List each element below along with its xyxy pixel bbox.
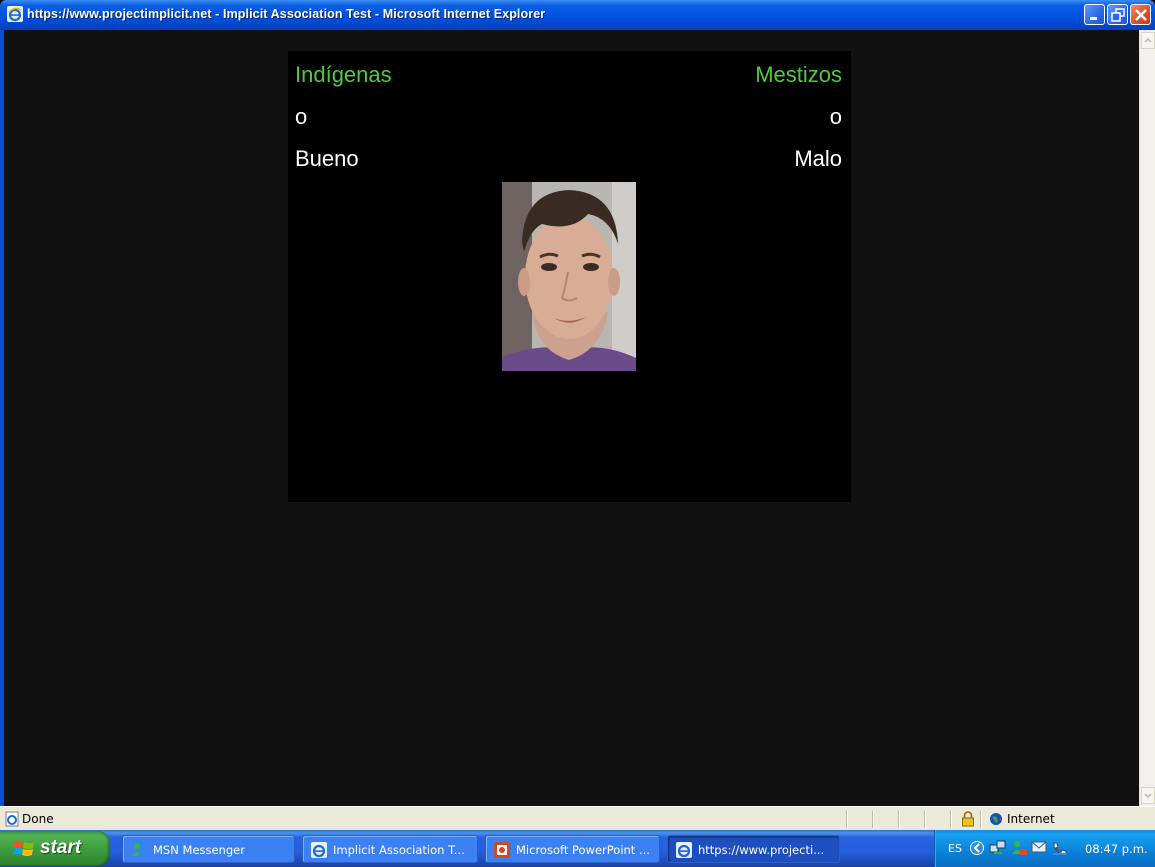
close-button[interactable] <box>1130 4 1151 25</box>
taskbar-item-label: https://www.projecti... <box>698 843 825 857</box>
stimulus-face-image <box>502 182 636 371</box>
taskbar-item-label: Implicit Association T... <box>333 843 465 857</box>
iat-stage[interactable]: Indígenas o Bueno Mestizos o Malo <box>288 51 851 502</box>
right-or-label: o <box>829 104 842 129</box>
internet-zone-globe-icon <box>990 813 1002 825</box>
windows-taskbar: start MSN Messenger Implicit Association… <box>0 830 1155 867</box>
status-divider <box>950 810 951 828</box>
internet-explorer-icon <box>311 842 327 858</box>
network-connection-icon[interactable] <box>989 839 1007 857</box>
vertical-scrollbar[interactable] <box>1139 30 1155 806</box>
security-zone-label: Internet <box>1007 812 1055 826</box>
status-divider <box>980 810 981 828</box>
restore-button[interactable] <box>1107 4 1128 25</box>
close-icon <box>1135 9 1147 21</box>
msn-messenger-tray-icon[interactable] <box>1010 839 1028 857</box>
status-divider <box>898 810 899 828</box>
minimize-button[interactable] <box>1084 4 1105 25</box>
start-label: start <box>40 837 82 858</box>
browser-status-bar: Done Internet <box>0 806 1155 830</box>
right-target-category: Mestizos <box>755 62 842 87</box>
clock[interactable]: 08:47 p.m. <box>1085 842 1148 856</box>
taskbar-item-label: Microsoft PowerPoint ... <box>516 843 650 857</box>
show-hidden-icons-icon[interactable] <box>969 840 985 856</box>
lock-icon[interactable] <box>961 811 975 827</box>
restore-icon <box>1111 8 1125 22</box>
chevron-up-icon <box>1144 37 1152 43</box>
msn-messenger-icon <box>132 843 146 856</box>
windows-logo-icon <box>13 841 34 856</box>
scroll-down-button[interactable] <box>1141 787 1155 804</box>
start-button[interactable]: start <box>0 831 110 866</box>
left-attribute-category: Bueno <box>295 146 359 171</box>
page-done-icon <box>5 811 19 827</box>
window-title-bar[interactable]: https://www.projectimplicit.net - Implic… <box>0 0 1155 30</box>
window-title: https://www.projectimplicit.net - Implic… <box>27 7 546 21</box>
status-divider <box>846 810 847 828</box>
taskbar-item-powerpoint[interactable]: Microsoft PowerPoint ... <box>485 835 660 863</box>
minimize-icon <box>1090 17 1097 20</box>
powerpoint-icon <box>494 842 510 858</box>
status-divider <box>872 810 873 828</box>
status-text: Done <box>22 812 54 826</box>
mail-icon[interactable] <box>1031 840 1047 854</box>
taskbar-item-msn-messenger[interactable]: MSN Messenger <box>122 835 295 863</box>
phone-connection-icon[interactable] <box>1051 839 1069 857</box>
internet-explorer-icon <box>676 842 692 858</box>
status-divider <box>924 810 925 828</box>
language-indicator[interactable]: ES <box>948 842 962 855</box>
scroll-up-button[interactable] <box>1141 32 1155 49</box>
chevron-down-icon <box>1144 793 1152 799</box>
taskbar-item-active-browser[interactable]: https://www.projecti... <box>667 835 840 863</box>
taskbar-item-iat-window[interactable]: Implicit Association T... <box>302 835 478 863</box>
taskbar-item-label: MSN Messenger <box>153 843 245 857</box>
left-target-category: Indígenas <box>295 62 392 87</box>
system-tray: ES 08:47 p.m. <box>934 830 1155 867</box>
face-photo-icon <box>502 182 636 371</box>
internet-explorer-icon <box>7 6 23 22</box>
left-or-label: o <box>295 104 308 129</box>
right-attribute-category: Malo <box>794 146 842 171</box>
